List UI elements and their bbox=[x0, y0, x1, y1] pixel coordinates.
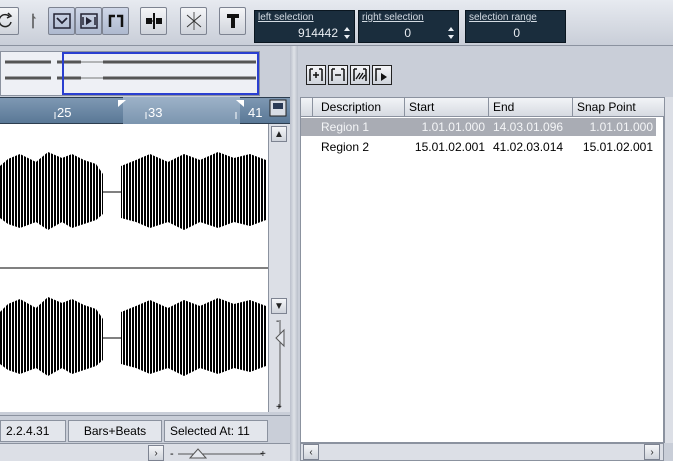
loop-icon[interactable] bbox=[0, 7, 19, 35]
waveform-zoom-icon[interactable] bbox=[48, 7, 75, 35]
time-format-selector[interactable]: Bars+Beats bbox=[68, 420, 162, 442]
ruler-mark-41: 41 bbox=[248, 105, 263, 120]
column-header-snap-point[interactable]: Snap Point bbox=[573, 98, 665, 117]
svg-text:-: - bbox=[276, 316, 279, 327]
region-description[interactable]: Region 2 bbox=[317, 138, 405, 156]
right-selection-value[interactable]: 0 bbox=[404, 26, 411, 40]
selected-at-display: Selected At: 11 bbox=[164, 420, 268, 442]
region-snap-point[interactable]: 15.01.02.001 bbox=[573, 138, 657, 156]
region-list-vertical-scrollbar[interactable] bbox=[664, 97, 673, 443]
spinner-icon[interactable] bbox=[343, 26, 351, 40]
vertical-zoom-slider[interactable]: - + bbox=[271, 316, 289, 412]
table-row[interactable]: Region 2 15.01.02.001 41.02.03.014 15.01… bbox=[301, 138, 656, 156]
scroll-down-icon[interactable]: ▼ bbox=[271, 298, 287, 314]
right-selection-label: right selection bbox=[362, 12, 424, 23]
svg-text:+: + bbox=[260, 449, 266, 460]
column-header-description[interactable]: Description bbox=[313, 98, 405, 117]
waveform-display[interactable] bbox=[0, 124, 268, 412]
ruler-ticks bbox=[54, 99, 287, 119]
svg-text:+: + bbox=[276, 402, 282, 412]
overview-selection[interactable] bbox=[62, 52, 259, 95]
column-header-end[interactable]: End bbox=[489, 98, 573, 117]
region-start[interactable]: 1.01.01.000 bbox=[405, 118, 489, 136]
scroll-right-icon[interactable]: › bbox=[148, 445, 164, 461]
scrub-icon[interactable] bbox=[24, 7, 42, 35]
left-selection-value[interactable]: 914442 bbox=[298, 26, 338, 40]
toolbar: left selection 914442 right selection 0 … bbox=[0, 0, 673, 46]
left-selection-field[interactable]: left selection 914442 bbox=[254, 10, 355, 43]
region-start[interactable]: 15.01.02.001 bbox=[405, 138, 489, 156]
ruler-mark-25: 25 bbox=[57, 105, 72, 120]
spinner-icon[interactable] bbox=[447, 26, 455, 40]
waveform-horizontal-scrollbar[interactable]: › - + bbox=[0, 443, 290, 461]
right-selection-field[interactable]: right selection 0 bbox=[358, 10, 459, 43]
selection-range-value: 0 bbox=[513, 26, 520, 40]
selection-range-label: selection range bbox=[469, 12, 537, 23]
waveform-vertical-scrollbar[interactable]: ▲ ▼ - + bbox=[268, 124, 290, 412]
scroll-left-icon[interactable]: ‹ bbox=[303, 444, 319, 460]
select-regions-icon[interactable] bbox=[350, 65, 370, 85]
cut-icon[interactable] bbox=[180, 7, 207, 35]
add-region-icon[interactable] bbox=[306, 65, 326, 85]
region-list: Description Start End Snap Point Region … bbox=[300, 97, 665, 443]
remove-region-icon[interactable] bbox=[328, 65, 348, 85]
svg-text:-: - bbox=[170, 448, 174, 460]
waveform bbox=[0, 152, 268, 376]
column-header-start[interactable]: Start bbox=[405, 98, 489, 117]
left-selection-label: left selection bbox=[258, 12, 314, 23]
region-snap-point[interactable]: 1.01.01.000 bbox=[573, 118, 657, 136]
scroll-right-icon[interactable]: › bbox=[644, 444, 660, 460]
region-bracket-icon[interactable] bbox=[102, 7, 129, 35]
table-row[interactable]: Region 1 1.01.01.000 14.03.01.096 1.01.0… bbox=[301, 118, 656, 136]
selection-range-field[interactable]: selection range 0 bbox=[465, 10, 566, 43]
scroll-up-icon[interactable]: ▲ bbox=[271, 126, 287, 142]
horizontal-zoom-slider[interactable]: - + bbox=[166, 445, 270, 461]
panel-splitter[interactable] bbox=[290, 46, 298, 461]
region-list-horizontal-scrollbar[interactable]: ‹ › bbox=[300, 443, 664, 461]
row-header-spacer bbox=[301, 98, 313, 117]
marker-icon[interactable] bbox=[219, 7, 246, 35]
ruler-mark-33: 33 bbox=[148, 105, 163, 120]
region-description[interactable]: Region 1 bbox=[317, 118, 405, 136]
play-region-icon[interactable] bbox=[75, 7, 102, 35]
snap-to-icon[interactable] bbox=[140, 7, 167, 35]
play-region-list-icon[interactable] bbox=[372, 65, 392, 85]
status-bar: 2.2.4.31 Bars+Beats Selected At: 11 bbox=[0, 415, 290, 443]
region-end[interactable]: 14.03.01.096 bbox=[489, 118, 573, 136]
region-end[interactable]: 41.02.03.014 bbox=[489, 138, 573, 156]
position-display: 2.2.4.31 bbox=[0, 420, 66, 442]
